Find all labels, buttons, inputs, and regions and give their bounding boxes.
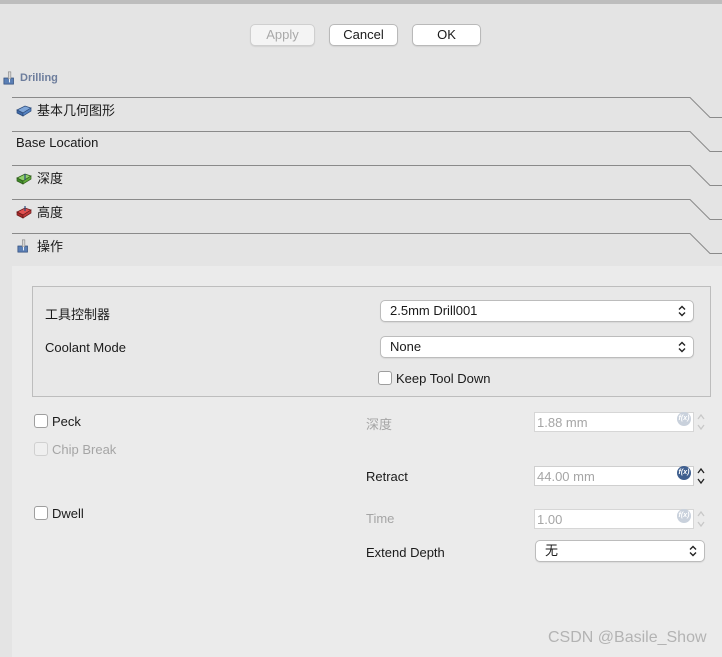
tool-controller-select[interactable]: 2.5mm Drill001 bbox=[380, 300, 694, 322]
extend-depth-value: 无 bbox=[545, 543, 559, 558]
chip-break-label: Chip Break bbox=[52, 442, 117, 457]
blue-shape-icon bbox=[16, 105, 32, 117]
panel-title-text: Drilling bbox=[20, 72, 58, 84]
coolant-mode-label: Coolant Mode bbox=[45, 340, 126, 355]
dwell-label: Dwell bbox=[52, 506, 84, 521]
retract-value: 44.00 mm bbox=[537, 469, 595, 484]
retract-input[interactable]: 44.00 mm bbox=[534, 466, 694, 486]
keep-tool-down-label: Keep Tool Down bbox=[396, 371, 491, 386]
time-label: Time bbox=[366, 511, 395, 526]
section-header-edge bbox=[12, 131, 722, 152]
section-label: 深度 bbox=[37, 171, 64, 186]
time-stepper[interactable] bbox=[696, 509, 706, 529]
keep-tool-down-checkbox[interactable] bbox=[378, 371, 392, 385]
retract-stepper[interactable] bbox=[696, 466, 706, 486]
section-heights[interactable]: 高度 bbox=[12, 199, 722, 233]
section-header-edge bbox=[12, 97, 722, 118]
coolant-mode-select[interactable]: None bbox=[380, 336, 694, 358]
extend-depth-select[interactable]: 无 bbox=[535, 540, 705, 562]
apply-button[interactable]: Apply bbox=[250, 24, 315, 46]
tool-controller-value: 2.5mm Drill001 bbox=[390, 303, 478, 318]
chevron-updown-icon bbox=[678, 305, 686, 317]
section-header-edge bbox=[12, 199, 722, 220]
peck-checkbox[interactable] bbox=[34, 414, 48, 428]
panel-title: Drilling bbox=[2, 70, 58, 86]
time-input[interactable]: 1.00 bbox=[534, 509, 694, 529]
chip-break-checkbox[interactable] bbox=[34, 442, 48, 456]
depth-input[interactable]: 1.88 mm bbox=[534, 412, 694, 432]
ok-button[interactable]: OK bbox=[412, 24, 481, 46]
section-label: 操作 bbox=[37, 239, 64, 254]
section-operation[interactable]: 操作 bbox=[12, 233, 722, 267]
green-shape-icon bbox=[16, 173, 32, 185]
peck-label: Peck bbox=[52, 414, 81, 429]
section-label: Base Location bbox=[16, 135, 99, 150]
watermark-text: CSDN @Basile_Show bbox=[548, 629, 707, 646]
red-shape-icon bbox=[16, 205, 32, 219]
coolant-mode-value: None bbox=[390, 339, 422, 354]
expression-icon[interactable]: f(x) bbox=[677, 509, 691, 523]
window-top-edge bbox=[0, 0, 722, 4]
dwell-checkbox[interactable] bbox=[34, 506, 48, 520]
depth-value: 1.88 mm bbox=[537, 415, 588, 430]
expression-icon[interactable]: f(x) bbox=[677, 466, 691, 480]
section-label: 高度 bbox=[37, 205, 64, 220]
extend-depth-label: Extend Depth bbox=[366, 545, 445, 560]
depth-label: 深度 bbox=[366, 417, 393, 432]
chevron-updown-icon bbox=[689, 545, 697, 557]
drill-icon bbox=[3, 71, 14, 85]
expression-icon[interactable]: f(x) bbox=[677, 412, 691, 426]
drill-icon bbox=[17, 239, 28, 252]
retract-label: Retract bbox=[366, 469, 408, 484]
section-depth[interactable]: 深度 bbox=[12, 165, 722, 199]
section-base-geometry[interactable]: 基本几何图形 bbox=[12, 97, 722, 131]
section-header-edge bbox=[12, 233, 722, 254]
section-header-edge bbox=[12, 165, 722, 186]
section-label: 基本几何图形 bbox=[37, 103, 116, 118]
section-base-location[interactable]: Base Location bbox=[12, 131, 722, 165]
tool-controller-label: 工具控制器 bbox=[45, 307, 111, 322]
depth-stepper[interactable] bbox=[696, 412, 706, 432]
time-value: 1.00 bbox=[537, 512, 563, 527]
chevron-updown-icon bbox=[678, 341, 686, 353]
cancel-button[interactable]: Cancel bbox=[329, 24, 398, 46]
